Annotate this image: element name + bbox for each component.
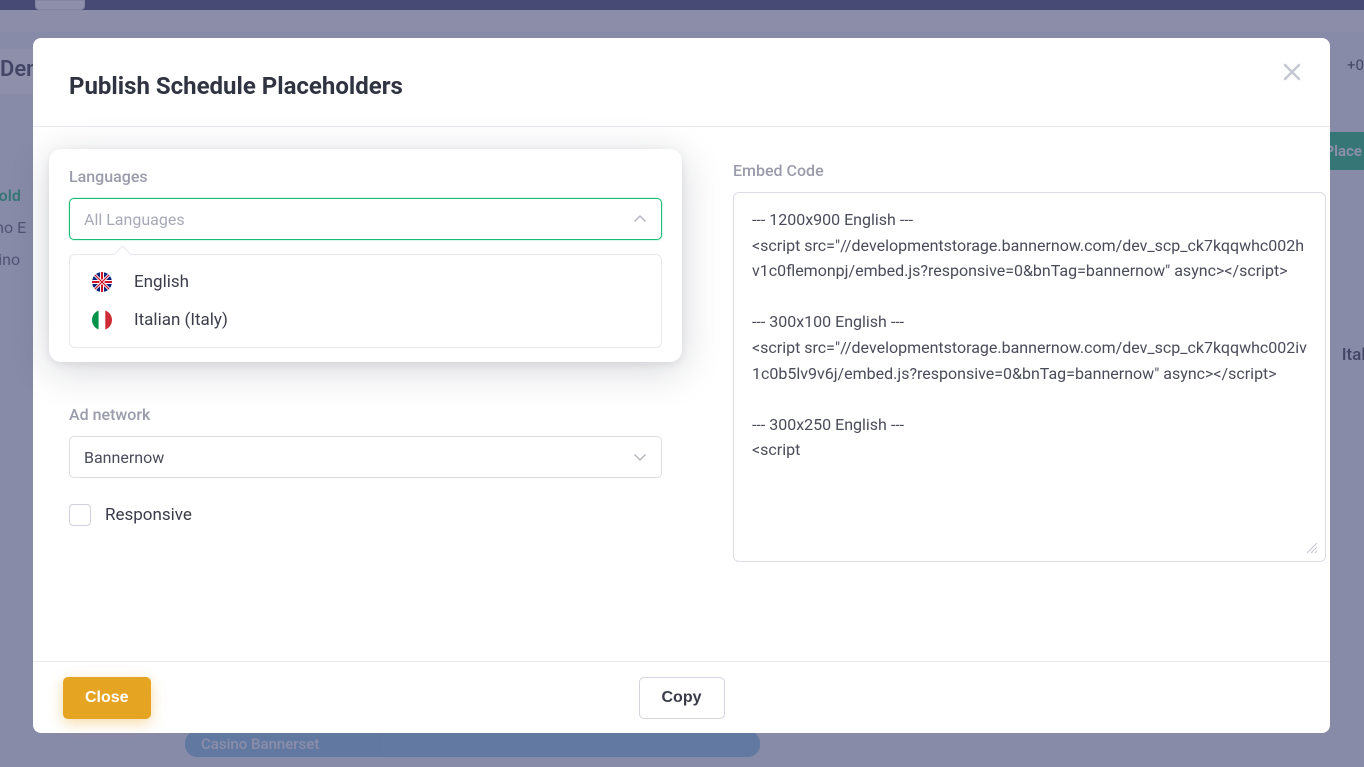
adnetwork-label: Ad network (69, 405, 662, 424)
modal-title: Publish Schedule Placeholders (69, 72, 1294, 100)
languages-select[interactable]: All Languages (69, 198, 662, 240)
adnetwork-section: Ad network Bannernow (69, 405, 662, 478)
copy-button[interactable]: Copy (639, 677, 725, 719)
modal-header: Publish Schedule Placeholders (33, 38, 1330, 126)
languages-label: Languages (69, 167, 662, 186)
adnetwork-select[interactable]: Bannernow (69, 436, 662, 478)
close-icon (1280, 60, 1304, 84)
responsive-checkbox[interactable] (69, 504, 91, 526)
modal-body: Languages All Languages English (33, 127, 1330, 661)
embed-code-textarea[interactable]: --- 1200x900 English --- <script src="//… (733, 192, 1326, 562)
dropdown-item-label: English (134, 272, 189, 292)
adnetwork-select-value: Bannernow (84, 448, 164, 467)
languages-highlight-panel: Languages All Languages English (49, 149, 682, 362)
modal-footer: Close Copy (33, 661, 1330, 733)
flag-italy-icon (92, 310, 112, 330)
embed-code-label: Embed Code (733, 161, 1326, 180)
flag-uk-icon (92, 272, 112, 292)
responsive-label: Responsive (105, 505, 192, 525)
languages-dropdown: English Italian (Italy) (69, 254, 662, 348)
dropdown-item-label: Italian (Italy) (134, 310, 228, 330)
languages-select-placeholder: All Languages (84, 210, 185, 229)
close-modal-button[interactable]: Close (63, 677, 151, 719)
close-button[interactable] (1280, 60, 1304, 84)
modal-left-column: Languages All Languages English (69, 161, 662, 526)
chevron-down-icon (633, 450, 647, 464)
modal-right-column: Embed Code --- 1200x900 English --- <scr… (733, 161, 1326, 562)
dropdown-item-italian[interactable]: Italian (Italy) (70, 301, 661, 339)
responsive-row: Responsive (69, 504, 662, 526)
publish-modal: Publish Schedule Placeholders Languages … (33, 38, 1330, 733)
dropdown-item-english[interactable]: English (70, 263, 661, 301)
chevron-up-icon (633, 212, 647, 226)
